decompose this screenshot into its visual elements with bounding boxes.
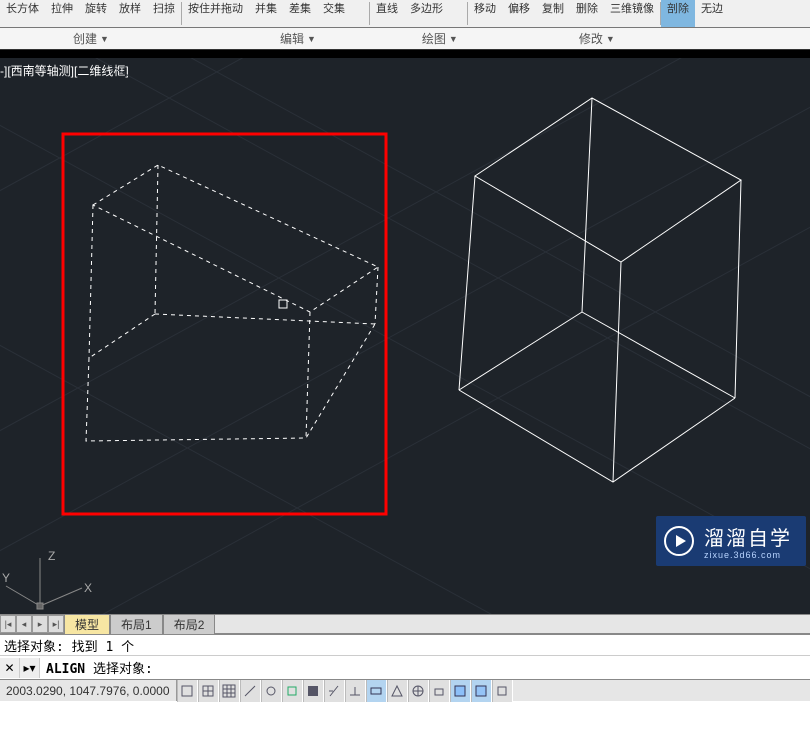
status-btn-13[interactable] — [450, 680, 471, 702]
tab-nav-last[interactable]: ▸| — [48, 615, 64, 633]
layout-tabs: |◂ ◂ ▸ ▸| 模型 布局1 布局2 — [0, 614, 810, 634]
watermark-title: 溜溜自学 — [704, 522, 792, 551]
tab-nav-next[interactable]: ▸ — [32, 615, 48, 633]
command-rest: 选择对象: — [85, 662, 153, 677]
command-close-icon[interactable]: ✕ — [0, 658, 20, 678]
label: 按住并拖动 — [188, 0, 243, 16]
watermark: 溜溜自学 zixue.3d66.com — [656, 516, 806, 566]
status-btn-10[interactable] — [387, 680, 408, 702]
status-btn-0[interactable] — [177, 680, 198, 702]
status-btn-7[interactable] — [324, 680, 345, 702]
label: 旋转 — [85, 0, 107, 16]
label: 直线 — [376, 0, 398, 16]
ribbon-presspull[interactable]: 按住并拖动 — [182, 0, 249, 27]
label: 交集 — [323, 0, 345, 16]
ribbon-3dmirror[interactable]: 三维镜像 — [604, 0, 660, 27]
ribbon-move[interactable]: 移动 — [468, 0, 502, 27]
tab-model[interactable]: 模型 — [64, 614, 110, 635]
ribbon-erase[interactable]: 删除 — [570, 0, 604, 27]
command-history-line: 选择对象: 找到 1 个 — [0, 635, 810, 655]
tab-nav-first[interactable]: |◂ — [0, 615, 16, 633]
status-btn-3[interactable] — [240, 680, 261, 702]
ucs-x-label: X — [84, 581, 92, 595]
ribbon-sweep[interactable]: 扫掠 — [147, 0, 181, 27]
status-btn-11[interactable] — [408, 680, 429, 702]
ribbon-none[interactable]: 无边 — [695, 0, 729, 27]
status-btn-15[interactable] — [492, 680, 513, 702]
status-btn-8[interactable] — [345, 680, 366, 702]
command-keyword: ALIGN — [46, 662, 85, 677]
label: 长方体 — [6, 0, 39, 16]
ribbon-subtract[interactable]: 差集 — [283, 0, 317, 27]
panel-modify[interactable]: 修改▼ — [571, 30, 623, 47]
ribbon-loft[interactable]: 放样 — [113, 0, 147, 27]
ribbon-copy[interactable]: 复制 — [536, 0, 570, 27]
label: 偏移 — [508, 0, 530, 16]
status-toggles — [177, 680, 513, 701]
label: 扫掠 — [153, 0, 175, 16]
chevron-down-icon: ▼ — [606, 34, 615, 44]
selected-box-wireframe — [86, 165, 378, 441]
label: 剖除 — [667, 0, 689, 16]
ribbon-intersect[interactable]: 交集 — [317, 0, 351, 27]
chevron-down-icon: ▼ — [100, 34, 109, 44]
command-input-line[interactable]: ✕ ▸▾ ALIGN 选择对象: — [0, 655, 810, 679]
status-btn-1[interactable] — [198, 680, 219, 702]
ribbon-toolbar: 长方体 拉伸 旋转 放样 扫掠 按住并拖动 并集 差集 交集 直线 多边形 移动… — [0, 0, 810, 28]
status-btn-14[interactable] — [471, 680, 492, 702]
watermark-url: zixue.3d66.com — [704, 550, 781, 560]
status-btn-9[interactable] — [366, 680, 387, 702]
ucs-y-label: Y — [2, 571, 10, 585]
status-btn-6[interactable] — [303, 680, 324, 702]
label: 多边形 — [410, 0, 443, 16]
drawing-viewport[interactable]: -][西南等轴测][二维线框] — [0, 58, 810, 614]
label: 差集 — [289, 0, 311, 16]
label: 放样 — [119, 0, 141, 16]
ribbon-extrude[interactable]: 拉伸 — [45, 0, 79, 27]
ribbon-revolve[interactable]: 旋转 — [79, 0, 113, 27]
label: 移动 — [474, 0, 496, 16]
ribbon-offset[interactable]: 偏移 — [502, 0, 536, 27]
panel-draw[interactable]: 绘图▼ — [414, 30, 466, 47]
cube-wireframe — [459, 98, 741, 482]
label: 删除 — [576, 0, 598, 16]
label: 无边 — [701, 0, 723, 16]
chevron-down-icon: ▼ — [307, 34, 316, 44]
play-icon — [664, 526, 694, 556]
tab-nav-prev[interactable]: ◂ — [16, 615, 32, 633]
ribbon-polygon[interactable]: 多边形 — [404, 0, 449, 27]
ucs-z-label: Z — [48, 549, 55, 563]
status-btn-2[interactable] — [219, 680, 240, 702]
label: 拉伸 — [51, 0, 73, 16]
status-bar: 2003.0290, 1047.7976, 0.0000 — [0, 679, 810, 701]
label: 并集 — [255, 0, 277, 16]
ribbon-panels: 创建▼ 编辑▼ 绘图▼ 修改▼ — [0, 28, 810, 50]
panel-create[interactable]: 创建▼ — [65, 30, 117, 47]
panel-edit[interactable]: 编辑▼ — [272, 30, 324, 47]
ucs-icon — [6, 558, 82, 609]
tab-layout2[interactable]: 布局2 — [163, 614, 216, 635]
chevron-down-icon: ▼ — [449, 34, 458, 44]
ribbon-line[interactable]: 直线 — [370, 0, 404, 27]
label: 三维镜像 — [610, 0, 654, 16]
command-area: 选择对象: 找到 1 个 ✕ ▸▾ ALIGN 选择对象: — [0, 634, 810, 679]
ribbon-union[interactable]: 并集 — [249, 0, 283, 27]
status-btn-4[interactable] — [261, 680, 282, 702]
status-btn-12[interactable] — [429, 680, 450, 702]
selection-highlight — [63, 134, 386, 514]
ribbon-box[interactable]: 长方体 — [0, 0, 45, 27]
command-prompt-icon: ▸▾ — [20, 658, 40, 678]
status-btn-5[interactable] — [282, 680, 303, 702]
tab-layout1[interactable]: 布局1 — [110, 614, 163, 635]
ribbon-slice[interactable]: 剖除 — [661, 0, 695, 27]
coordinates-display[interactable]: 2003.0290, 1047.7976, 0.0000 — [0, 680, 177, 701]
label: 复制 — [542, 0, 564, 16]
cursor-pickbox — [279, 300, 287, 308]
